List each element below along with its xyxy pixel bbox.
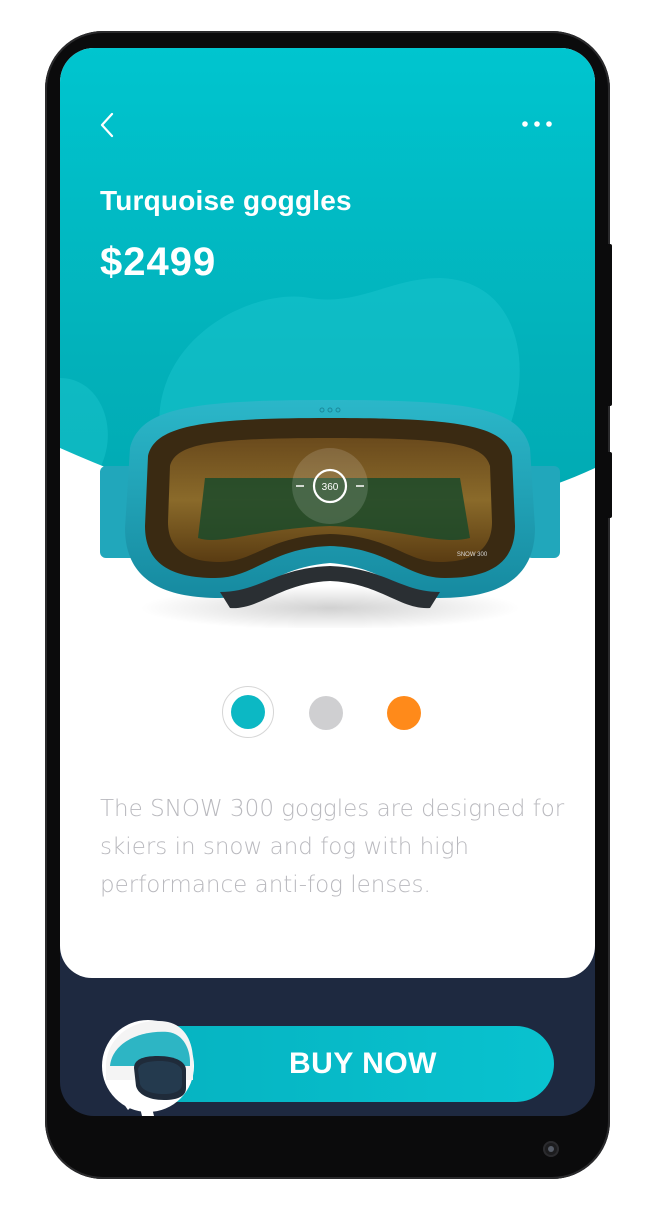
screen: Turquoise goggles $2499 360 SNOW 300 The… — [60, 48, 595, 1116]
power-button — [606, 452, 612, 518]
product-price: $2499 — [100, 240, 217, 284]
back-button[interactable] — [96, 110, 120, 140]
color-swatch-grey[interactable] — [309, 696, 343, 730]
product-title: Turquoise goggles — [100, 185, 352, 216]
color-swatch-teal[interactable] — [231, 695, 265, 729]
color-swatch-orange[interactable] — [387, 696, 421, 730]
front-camera — [543, 1141, 559, 1157]
more-button[interactable] — [518, 114, 558, 134]
more-horizontal-icon — [522, 121, 552, 127]
helmet-icon — [102, 1020, 194, 1116]
buy-now-button[interactable]: BUY NOW — [142, 1026, 554, 1102]
volume-button — [606, 244, 612, 406]
buy-now-label: BUY NOW — [289, 1047, 437, 1080]
goggles-image[interactable]: 360 SNOW 300 — [100, 378, 560, 628]
product-description: The SNOW 300 goggles are designed for sk… — [100, 796, 565, 898]
chevron-left-icon — [100, 112, 114, 138]
brand-mark: SNOW 300 — [457, 552, 488, 558]
view-360-badge[interactable]: 360 — [322, 482, 339, 493]
product-card: Turquoise goggles $2499 360 SNOW 300 The… — [60, 48, 595, 978]
